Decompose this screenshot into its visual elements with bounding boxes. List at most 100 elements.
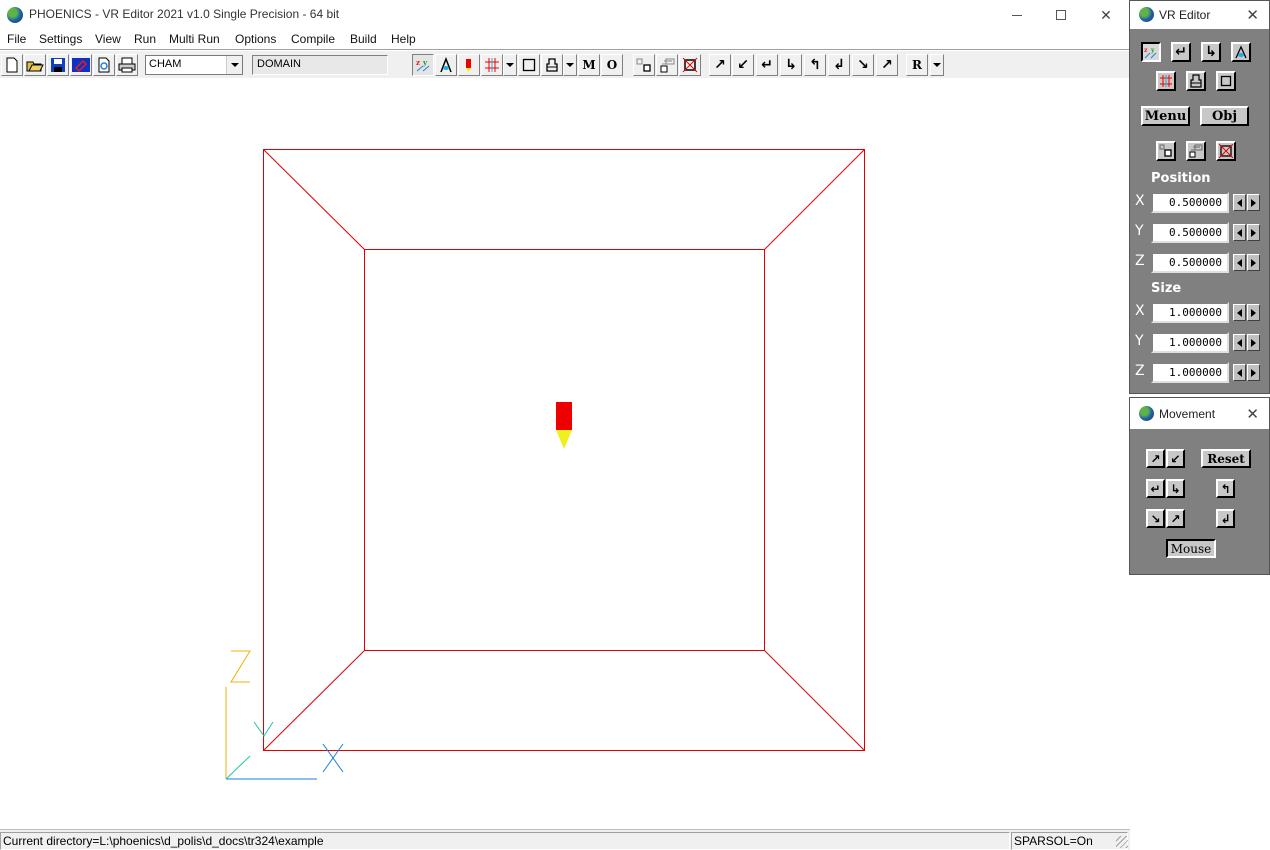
size-x-field[interactable]: 1.000000 [1151,302,1229,323]
vr-rotate-right-button[interactable]: ↳ [1201,42,1221,62]
close-icon[interactable]: ✕ [1246,6,1259,24]
new-object-button[interactable] [633,54,655,76]
vr-rotate-left-button[interactable]: ↵ [1171,42,1191,62]
size-y-increment[interactable] [1247,334,1260,351]
save-file-button[interactable] [47,54,69,76]
reload-button[interactable] [93,54,115,76]
vr-outline-button[interactable] [1216,71,1236,91]
vr-duplicate-object-button[interactable] [1186,141,1206,161]
position-x-decrement[interactable] [1233,194,1246,211]
cham-select-value: CHAM [149,58,182,70]
size-x-increment[interactable] [1247,304,1260,321]
position-x-field[interactable]: 0.500000 [1151,192,1229,213]
move-tilt-right-button[interactable]: ↗ [1166,509,1185,528]
delete-object-button[interactable] [679,54,701,76]
m-button[interactable]: M [578,54,600,76]
vr-probe-view-button[interactable] [1231,42,1251,62]
size-y-field[interactable]: 1.000000 [1151,332,1229,353]
reset-view-dropdown[interactable] [930,54,944,76]
zoom-out-button[interactable]: ↙ [732,54,754,76]
menu-options[interactable]: Options [235,32,276,46]
object-display-button[interactable] [541,54,563,76]
delete-icon [1219,144,1233,158]
o-button[interactable]: O [601,54,623,76]
rotate-up-button[interactable]: ↰ [804,54,826,76]
maximize-button[interactable] [1038,0,1084,30]
chevron-down-icon [226,56,242,74]
position-z-decrement[interactable] [1233,254,1246,271]
axes-button[interactable]: zy [412,54,434,76]
menu-settings[interactable]: Settings [39,32,82,46]
move-zoom-in-button[interactable]: ↗ [1146,449,1165,468]
mouse-button[interactable]: Mouse [1166,539,1216,558]
open-file-button[interactable] [24,54,46,76]
chevron-down-icon [566,63,574,67]
position-x-increment[interactable] [1247,194,1260,211]
save-picture-button[interactable] [70,54,92,76]
move-tilt-left-button[interactable]: ↘ [1146,509,1165,528]
zoom-in-button[interactable]: ↗ [709,54,731,76]
menu-build[interactable]: Build [350,32,377,46]
graphics-canvas[interactable] [0,79,1130,829]
vr-menu-button[interactable]: Menu [1141,106,1190,126]
vr-grid-button[interactable] [1156,71,1176,91]
new-file-button[interactable] [1,54,23,76]
cham-select[interactable]: CHAM [145,55,243,75]
size-z-field[interactable]: 1.000000 [1151,362,1229,383]
move-zoom-out-button[interactable]: ↙ [1166,449,1185,468]
menu-run[interactable]: Run [134,32,156,46]
move-rotate-up-button[interactable]: ↰ [1216,479,1235,498]
tilt-left-button[interactable]: ↘ [852,54,874,76]
position-z-field[interactable]: 0.500000 [1151,252,1229,273]
size-z-decrement[interactable] [1233,364,1246,381]
size-x-label: X [1135,303,1145,319]
move-rotate-left-button[interactable]: ↵ [1146,479,1165,498]
size-y-decrement[interactable] [1233,334,1246,351]
tilt-right-button[interactable]: ↗ [876,54,898,76]
size-x-decrement[interactable] [1233,304,1246,321]
vr-axes-button[interactable]: zy [1141,42,1161,62]
outline-button[interactable] [518,54,540,76]
close-icon[interactable]: ✕ [1246,405,1259,423]
movement-panel: Movement ✕ ↗ ↙ Reset ↵ ↳ ↰ ↘ ↗ ↲ Mouse [1129,397,1270,575]
obj-label: Obj [1211,108,1238,124]
vr-new-object-button[interactable] [1156,141,1176,161]
duplicate-icon [1189,144,1203,158]
vr-object-display-button[interactable] [1186,71,1206,91]
grid-dropdown[interactable] [503,54,517,76]
move-rotate-right-button[interactable]: ↳ [1166,479,1185,498]
menu-help[interactable]: Help [391,32,416,46]
size-z-label: Z [1135,363,1145,379]
duplicate-object-button[interactable] [656,54,678,76]
position-y-increment[interactable] [1247,224,1260,241]
menu-view[interactable]: View [95,32,121,46]
rotate-down-button[interactable]: ↲ [828,54,850,76]
move-rotate-down-button[interactable]: ↲ [1216,509,1235,528]
domain-field: DOMAIN [252,55,388,75]
position-y-field[interactable]: 0.500000 [1151,222,1229,243]
object-display-dropdown[interactable] [563,54,577,76]
rotate-right-button[interactable]: ↳ [780,54,802,76]
menu-compile[interactable]: Compile [291,32,335,46]
grid-button[interactable] [481,54,503,76]
position-z-increment[interactable] [1247,254,1260,271]
current-directory-status: Current directory=L:\phoenics\d_polis\d_… [0,832,1010,850]
probe-button[interactable] [458,54,480,76]
arrow-left-icon [1237,198,1242,207]
rotate-left-button[interactable]: ↵ [756,54,778,76]
resize-grip[interactable] [1116,836,1128,848]
probe-view-button[interactable] [435,54,457,76]
menu-multi-run[interactable]: Multi Run [169,32,220,46]
position-y-decrement[interactable] [1233,224,1246,241]
vr-delete-object-button[interactable] [1216,141,1236,161]
square-icon [522,58,536,72]
close-button[interactable]: ✕ [1083,0,1129,30]
new-object-icon [636,58,651,72]
reset-view-button[interactable]: R [906,54,928,76]
minimize-button[interactable] [994,0,1040,30]
menu-file[interactable]: File [7,32,26,46]
size-z-increment[interactable] [1247,364,1260,381]
print-button[interactable] [116,54,138,76]
vr-obj-button[interactable]: Obj [1200,106,1249,126]
reset-button[interactable]: Reset [1201,449,1251,468]
